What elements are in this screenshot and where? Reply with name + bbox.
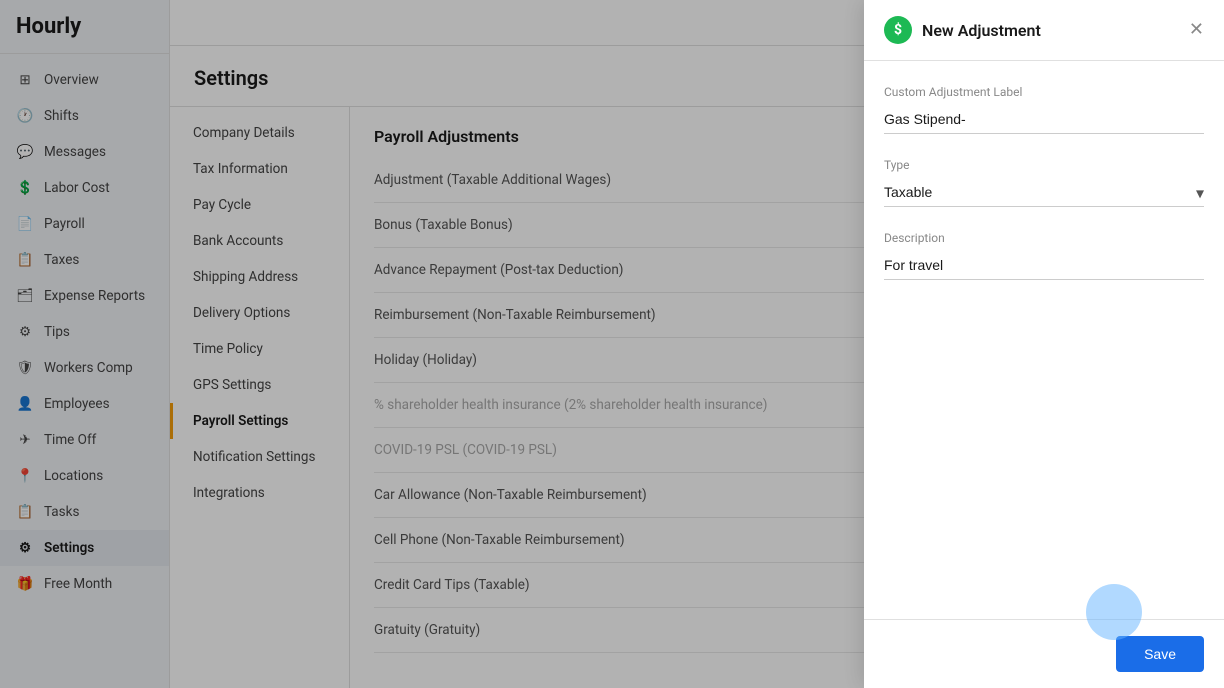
type-select-wrapper: Taxable Non-Taxable Deduction Reimbursem…	[884, 178, 1204, 207]
type-field-label: Type	[884, 158, 1204, 172]
description-group: Description	[884, 231, 1204, 280]
custom-label-group: Custom Adjustment Label	[884, 85, 1204, 134]
panel-header-icon: $	[884, 16, 912, 44]
panel-header: $ New Adjustment ✕	[864, 0, 1224, 61]
new-adjustment-panel: $ New Adjustment ✕ Custom Adjustment Lab…	[864, 0, 1224, 688]
panel-body: Custom Adjustment Label Type Taxable Non…	[864, 61, 1224, 619]
panel-title: New Adjustment	[922, 21, 1179, 40]
close-button[interactable]: ✕	[1189, 21, 1204, 39]
panel-footer: Save	[864, 619, 1224, 688]
save-button[interactable]: Save	[1116, 636, 1204, 672]
description-field-label: Description	[884, 231, 1204, 245]
custom-label-field-label: Custom Adjustment Label	[884, 85, 1204, 99]
custom-label-input[interactable]	[884, 105, 1204, 134]
type-select[interactable]: Taxable Non-Taxable Deduction Reimbursem…	[884, 178, 1204, 207]
description-input[interactable]	[884, 251, 1204, 280]
type-group: Type Taxable Non-Taxable Deduction Reimb…	[884, 158, 1204, 207]
